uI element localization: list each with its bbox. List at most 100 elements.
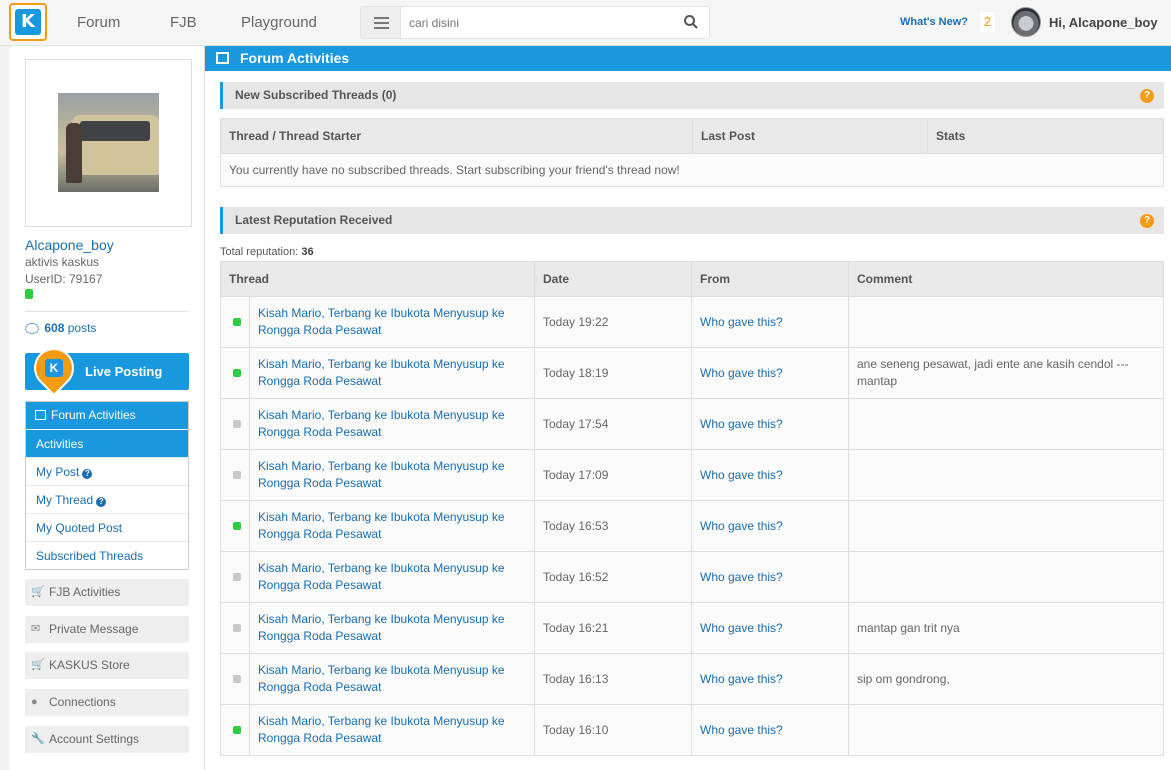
section-title: Latest Reputation Received xyxy=(235,213,393,227)
comment-cell xyxy=(848,449,1164,501)
nav-fjb[interactable]: FJB xyxy=(170,14,197,31)
date-cell: Today 16:53 xyxy=(534,500,692,552)
thread-link[interactable]: Kisah Mario, Terbang ke Ibukota Menyusup… xyxy=(258,357,505,388)
kaskus-store-button[interactable]: 🛒 KASKUS Store xyxy=(25,652,189,679)
thread-link[interactable]: Kisah Mario, Terbang ke Ibukota Menyusup… xyxy=(258,663,505,694)
from-cell: Who gave this? xyxy=(691,653,849,705)
kaskus-logo[interactable]: K xyxy=(9,3,47,41)
fjb-activities-button[interactable]: 🛒 FJB Activities xyxy=(25,579,189,606)
nav-forum[interactable]: Forum xyxy=(77,14,120,31)
comment-cell xyxy=(848,296,1164,348)
menu-item-subscribed-threads[interactable]: Subscribed Threads xyxy=(26,541,188,569)
who-gave-this-link[interactable]: Who gave this? xyxy=(700,672,783,686)
live-posting-label: Live Posting xyxy=(85,364,163,379)
avatar[interactable] xyxy=(1011,7,1041,37)
help-icon[interactable]: ? xyxy=(1140,214,1154,228)
whats-new-link[interactable]: What's New? xyxy=(900,16,968,28)
menu-item-my-thread[interactable]: My Thread? xyxy=(26,485,188,513)
account-settings-button[interactable]: 🔧 Account Settings xyxy=(25,726,189,753)
status-dot-icon xyxy=(233,522,241,530)
menu-item-my-post[interactable]: My Post? xyxy=(26,457,188,485)
table-row: Kisah Mario, Terbang ke Ibukota Menyusup… xyxy=(220,602,1164,654)
page-title-text: Forum Activities xyxy=(240,50,350,66)
forum-activities-menu: Forum Activities Activities My Post? My … xyxy=(25,401,189,570)
posts-count-line[interactable]: 608 posts xyxy=(25,311,189,339)
who-gave-this-link[interactable]: Who gave this? xyxy=(700,366,783,380)
status-dot-icon xyxy=(233,369,241,377)
thread-link[interactable]: Kisah Mario, Terbang ke Ibukota Menyusup… xyxy=(258,510,505,541)
thread-link[interactable]: Kisah Mario, Terbang ke Ibukota Menyusup… xyxy=(258,306,505,337)
status-dot-icon xyxy=(233,675,241,683)
table-row: Kisah Mario, Terbang ke Ibukota Menyusup… xyxy=(220,296,1164,348)
status-cell xyxy=(220,653,250,705)
forum-activities-label: Forum Activities xyxy=(51,408,136,422)
search-icon[interactable] xyxy=(683,14,699,30)
user-greeting[interactable]: Hi, Alcapone_boy xyxy=(1049,15,1158,30)
thread-cell: Kisah Mario, Terbang ke Ibukota Menyusup… xyxy=(249,704,535,756)
user-id: UserID: 79167 xyxy=(25,272,103,286)
from-cell: Who gave this? xyxy=(691,398,849,450)
help-icon[interactable]: ? xyxy=(1140,89,1154,103)
posts-label: posts xyxy=(67,321,97,335)
speech-bubble-icon xyxy=(25,323,39,334)
column-header: From xyxy=(691,261,849,297)
column-header: Thread xyxy=(220,261,535,297)
who-gave-this-link[interactable]: Who gave this? xyxy=(700,621,783,635)
thread-link[interactable]: Kisah Mario, Terbang ke Ibukota Menyusup… xyxy=(258,408,505,439)
online-status-icon xyxy=(25,289,33,299)
who-gave-this-link[interactable]: Who gave this? xyxy=(700,570,783,584)
search-input[interactable] xyxy=(409,14,669,32)
table-row: Kisah Mario, Terbang ke Ibukota Menyusup… xyxy=(220,704,1164,756)
reputation-rows: Kisah Mario, Terbang ke Ibukota Menyusup… xyxy=(220,296,1164,756)
table-row: Kisah Mario, Terbang ke Ibukota Menyusup… xyxy=(220,347,1164,399)
sidebar: Alcapone_boy aktivis kaskus UserID: 7916… xyxy=(9,46,205,770)
menu-item-my-quoted-post[interactable]: My Quoted Post xyxy=(26,513,188,541)
notification-badge[interactable]: 2 xyxy=(980,12,995,32)
forum-activities-header[interactable]: Forum Activities xyxy=(26,402,188,429)
button-label: Connections xyxy=(49,695,116,709)
location-pin-icon: K xyxy=(25,339,83,397)
hamburger-menu-icon[interactable] xyxy=(361,7,401,38)
thread-link[interactable]: Kisah Mario, Terbang ke Ibukota Menyusup… xyxy=(258,714,505,745)
profile-username[interactable]: Alcapone_boy xyxy=(25,237,114,253)
table-row: Kisah Mario, Terbang ke Ibukota Menyusup… xyxy=(220,551,1164,603)
status-cell xyxy=(220,602,250,654)
thread-cell: Kisah Mario, Terbang ke Ibukota Menyusup… xyxy=(249,551,535,603)
comment-cell xyxy=(848,704,1164,756)
from-cell: Who gave this? xyxy=(691,602,849,654)
status-cell xyxy=(220,449,250,501)
cart-icon: 🛒 xyxy=(31,586,45,598)
button-label: KASKUS Store xyxy=(49,658,130,672)
live-posting-button[interactable]: K Live Posting xyxy=(25,339,189,397)
who-gave-this-link[interactable]: Who gave this? xyxy=(700,723,783,737)
nav-playground[interactable]: Playground xyxy=(241,14,317,31)
button-label: Private Message xyxy=(49,622,139,636)
status-cell xyxy=(220,347,250,399)
help-icon[interactable]: ? xyxy=(82,469,93,479)
who-gave-this-link[interactable]: Who gave this? xyxy=(700,519,783,533)
who-gave-this-link[interactable]: Who gave this? xyxy=(700,417,783,431)
comment-cell xyxy=(848,551,1164,603)
status-dot-icon xyxy=(233,471,241,479)
thread-link[interactable]: Kisah Mario, Terbang ke Ibukota Menyusup… xyxy=(258,612,505,643)
thread-cell: Kisah Mario, Terbang ke Ibukota Menyusup… xyxy=(249,449,535,501)
thread-cell: Kisah Mario, Terbang ke Ibukota Menyusup… xyxy=(249,347,535,399)
connections-button[interactable]: ● Connections xyxy=(25,689,189,716)
comment-cell xyxy=(848,398,1164,450)
thread-link[interactable]: Kisah Mario, Terbang ke Ibukota Menyusup… xyxy=(258,459,505,490)
date-cell: Today 18:19 xyxy=(534,347,692,399)
car-window-shape xyxy=(80,121,150,141)
help-icon[interactable]: ? xyxy=(96,497,107,507)
profile-photo[interactable] xyxy=(58,93,159,192)
who-gave-this-link[interactable]: Who gave this? xyxy=(700,315,783,329)
search-bar xyxy=(360,6,710,39)
comment-cell: ane seneng pesawat, jadi ente ane kasih … xyxy=(848,347,1164,399)
comment-cell: sip om gondrong, xyxy=(848,653,1164,705)
thread-cell: Kisah Mario, Terbang ke Ibukota Menyusup… xyxy=(249,602,535,654)
who-gave-this-link[interactable]: Who gave this? xyxy=(700,468,783,482)
date-cell: Today 16:13 xyxy=(534,653,692,705)
menu-item-activities[interactable]: Activities xyxy=(26,429,188,457)
thread-link[interactable]: Kisah Mario, Terbang ke Ibukota Menyusup… xyxy=(258,561,505,592)
people-icon: ● xyxy=(31,696,38,708)
private-message-button[interactable]: ✉ Private Message xyxy=(25,616,189,643)
